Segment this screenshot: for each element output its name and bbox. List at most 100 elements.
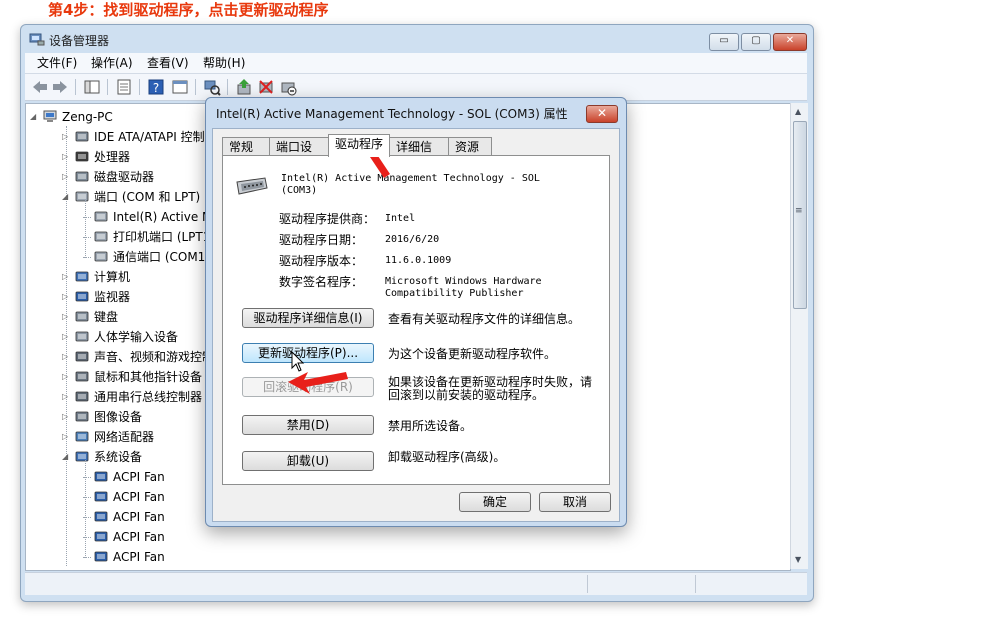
fan-device-icon — [93, 530, 109, 544]
tree-item-label: IDE ATA/ATAPI 控制器 — [94, 130, 217, 144]
expand-arrow-icon[interactable]: ▷ — [62, 373, 70, 381]
date-label: 驱动程序日期： — [279, 233, 364, 247]
fan-device-icon — [93, 510, 109, 524]
tree-item[interactable]: ▷ IDE ATA/ATAPI 控制器 — [62, 128, 217, 146]
menu-action[interactable]: 操作(A) — [91, 55, 133, 71]
usb-icon — [74, 390, 90, 404]
expand-arrow-icon[interactable]: ▷ — [62, 293, 70, 301]
expand-arrow-icon[interactable]: ▷ — [62, 353, 70, 361]
tree-item-label: 键盘 — [94, 310, 119, 324]
tab-general[interactable]: 常规 — [222, 137, 270, 155]
tree-item[interactable]: 通信端口 (COM1) — [83, 248, 210, 266]
minimize-button[interactable]: ▭ — [709, 33, 739, 51]
menu-help[interactable]: 帮助(H) — [203, 55, 245, 71]
properties-icon[interactable] — [115, 78, 133, 96]
scan-icon[interactable] — [203, 78, 221, 96]
expand-arrow-icon[interactable]: ▷ — [62, 393, 70, 401]
menu-view[interactable]: 查看(V) — [147, 55, 189, 71]
expand-arrow-icon[interactable]: ▷ — [62, 333, 70, 341]
tree-item[interactable]: ACPI Fan — [83, 548, 165, 566]
update-driver-description: 为这个设备更新驱动程序软件。 — [388, 347, 557, 361]
tab-resources[interactable]: 资源 — [448, 137, 492, 155]
properties-window-icon[interactable] — [171, 78, 189, 96]
tree-item[interactable]: ◢ 端口 (COM 和 LPT) — [62, 188, 200, 206]
expand-arrow-icon[interactable]: ▷ — [62, 273, 70, 281]
provider-value: Intel — [385, 213, 416, 224]
tree-item-label: 图像设备 — [94, 410, 143, 424]
window-title: 设备管理器 — [49, 34, 110, 48]
tree-item[interactable]: ▷ 图像设备 — [62, 408, 143, 426]
help-icon[interactable]: ? — [147, 78, 165, 96]
scroll-down-icon[interactable]: ▼ — [795, 555, 801, 564]
tree-item[interactable]: ▷ 声音、视频和游戏控制器 — [62, 348, 226, 366]
tab-driver[interactable]: 驱动程序 — [328, 134, 390, 157]
tree-item[interactable]: ACPI Fan — [83, 488, 165, 506]
scroll-up-icon[interactable]: ▲ — [795, 107, 801, 116]
tree-item-label: ACPI Fan — [113, 530, 165, 544]
update-driver-button[interactable]: 更新驱动程序(P)... — [242, 343, 374, 363]
back-icon[interactable] — [31, 78, 49, 96]
svg-text:?: ? — [153, 81, 159, 95]
expand-arrow-icon[interactable]: ▷ — [62, 413, 70, 421]
collapse-arrow-icon[interactable]: ◢ — [30, 113, 38, 121]
expand-arrow-icon[interactable]: ▷ — [62, 133, 70, 141]
uninstall-icon[interactable] — [257, 78, 275, 96]
tree-item[interactable]: ACPI Fan — [83, 508, 165, 526]
update-driver-icon[interactable] — [235, 78, 253, 96]
device-name-line2: (COM3) — [281, 185, 318, 196]
tab-details[interactable]: 详细信息 — [389, 137, 449, 172]
uninstall-button[interactable]: 卸载(U) — [242, 451, 374, 471]
date-value: 2016/6/20 — [385, 234, 440, 245]
maximize-button[interactable]: ▢ — [741, 33, 771, 51]
device-manager-icon — [29, 32, 45, 52]
disable-description: 禁用所选设备。 — [388, 419, 473, 433]
driver-tab-panel: Intel(R) Active Management Technology - … — [222, 155, 610, 485]
rollback-description-line2: 回滚到以前安装的驱动程序。 — [388, 388, 545, 402]
expand-arrow-icon[interactable]: ▷ — [62, 173, 70, 181]
collapse-arrow-icon[interactable]: ◢ — [62, 193, 70, 201]
tree-item[interactable]: ACPI Fan — [83, 528, 165, 546]
menu-file[interactable]: 文件(F) — [37, 55, 77, 71]
expand-arrow-icon[interactable]: ▷ — [62, 313, 70, 321]
device-name-line1: Intel(R) Active Management Technology - … — [281, 173, 540, 184]
cancel-button[interactable]: 取消 — [539, 492, 611, 512]
tree-root[interactable]: ◢ Zeng-PC — [30, 108, 113, 126]
provider-label: 驱动程序提供商： — [279, 212, 376, 226]
tree-item[interactable]: ▷ 计算机 — [62, 268, 131, 286]
tree-item[interactable]: ▷ 监视器 — [62, 288, 130, 306]
tab-port-settings[interactable]: 端口设置 — [269, 137, 329, 172]
tree-item[interactable]: ▷ 通用串行总线控制器 — [62, 388, 202, 406]
show-hide-tree-icon[interactable] — [83, 78, 101, 96]
tree-item[interactable]: ACPI Fan — [83, 468, 165, 486]
tree-guide-line — [85, 200, 86, 258]
signer-value-line2: Compatibility Publisher — [385, 288, 524, 299]
toolbar-separator — [195, 79, 196, 95]
tree-item[interactable]: ▷ 处理器 — [62, 148, 130, 166]
tree-item-label: 打印机端口 (LPT1) — [113, 230, 216, 244]
status-pane-divider — [695, 575, 696, 593]
vertical-scrollbar[interactable]: ▲ ≡ ▼ — [790, 103, 808, 569]
tree-item[interactable]: ▷ 鼠标和其他指针设备 — [62, 368, 202, 386]
status-bar — [25, 572, 807, 595]
ok-button[interactable]: 确定 — [459, 492, 531, 512]
tree-item[interactable]: ▷ 磁盘驱动器 — [62, 168, 154, 186]
disable-button[interactable]: 禁用(D) — [242, 415, 374, 435]
tree-item[interactable]: ▷ 键盘 — [62, 308, 119, 326]
expand-arrow-icon[interactable]: ▷ — [62, 433, 70, 441]
dialog-close-button[interactable]: ✕ — [586, 105, 618, 123]
close-button[interactable]: ✕ — [773, 33, 807, 51]
tree-item[interactable]: 打印机端口 (LPT1) — [83, 228, 216, 246]
expand-arrow-icon[interactable]: ▷ — [62, 153, 70, 161]
tree-root-label: Zeng-PC — [62, 110, 113, 124]
tree-item[interactable]: ▷ 网络适配器 — [62, 428, 154, 446]
disable-icon[interactable] — [279, 78, 297, 96]
tree-item-label: 计算机 — [94, 270, 131, 284]
mouse-cursor-icon — [291, 351, 305, 372]
collapse-arrow-icon[interactable]: ◢ — [62, 453, 70, 461]
driver-details-button[interactable]: 驱动程序详细信息(I) — [242, 308, 374, 328]
forward-icon[interactable] — [51, 78, 69, 96]
fan-device-icon — [93, 470, 109, 484]
tree-item[interactable]: ▷ 人体学输入设备 — [62, 328, 178, 346]
computer-icon — [74, 270, 90, 284]
toolbar-separator — [75, 79, 76, 95]
